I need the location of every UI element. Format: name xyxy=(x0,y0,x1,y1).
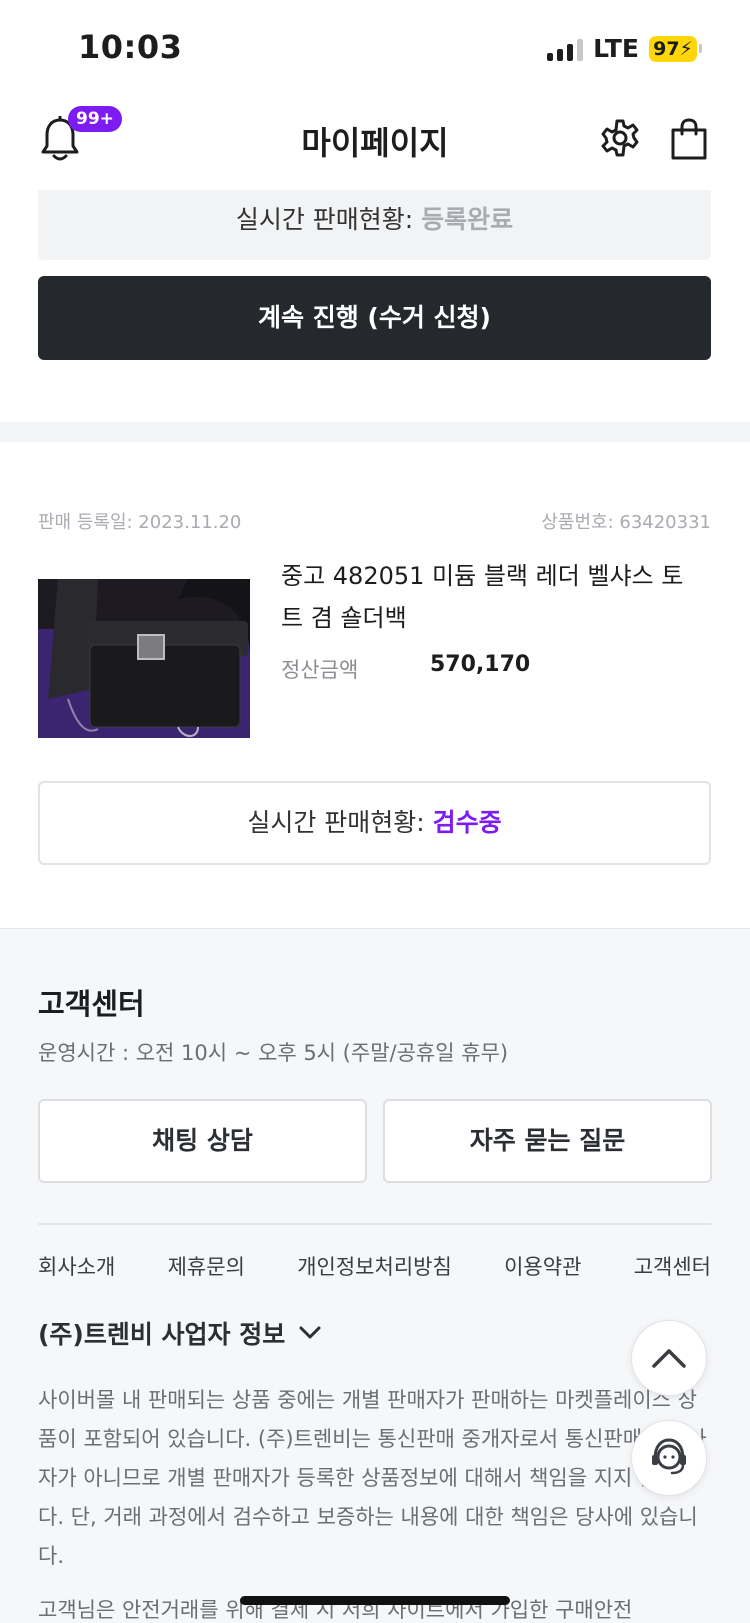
operating-hours: 운영시간 : 오전 10시 ~ 오후 5시 (주말/공휴일 휴무) xyxy=(38,1041,509,1065)
section-divider xyxy=(0,422,750,442)
settlement-label: 정산금액 xyxy=(281,658,359,682)
business-info-label: (주)트렌비 사업자 정보 xyxy=(38,1320,286,1349)
app-header: 99+ 마이페이지 xyxy=(0,96,750,186)
footer: 고객센터 운영시간 : 오전 10시 ~ 오후 5시 (주말/공휴일 휴무) 채… xyxy=(0,928,750,1623)
registration-date: 판매 등록일: 2023.11.20 xyxy=(38,512,242,533)
continue-pickup-button[interactable]: 계속 진행 (수거 신청) xyxy=(38,276,711,360)
footer-link-partnership[interactable]: 제휴문의 xyxy=(168,1251,245,1281)
marketplace-disclaimer: 사이버몰 내 판매되는 상품 중에는 개별 판매자가 판매하는 마켓플레이스 상… xyxy=(38,1388,707,1568)
customer-center-title: 고객센터 xyxy=(38,987,145,1021)
footer-link-customer-center[interactable]: 고객센터 xyxy=(634,1251,711,1281)
sale-status-box: 실시간 판매현황: 검수중 xyxy=(38,781,711,865)
settlement-amount: 570,170 xyxy=(430,652,531,677)
faq-button[interactable]: 자주 묻는 질문 xyxy=(383,1099,712,1183)
footer-link-terms[interactable]: 이용약관 xyxy=(504,1251,581,1281)
footer-divider xyxy=(38,1223,711,1225)
chevron-up-icon xyxy=(652,1349,686,1368)
sale-status-box: 실시간 판매현황: 등록완료 xyxy=(38,190,711,260)
status-time: 10:03 xyxy=(78,28,183,66)
signal-icon xyxy=(547,37,584,61)
sale-status-label: 실시간 판매현황: xyxy=(235,205,422,234)
battery-level: 97 xyxy=(653,37,680,60)
chat-support-button[interactable] xyxy=(631,1420,707,1496)
footer-link-company[interactable]: 회사소개 xyxy=(38,1251,115,1281)
footer-links: 회사소개 제휴문의 개인정보처리방침 이용약관 고객센터 xyxy=(38,1251,711,1281)
network-type: LTE xyxy=(593,34,639,63)
chat-consult-button[interactable]: 채팅 상담 xyxy=(38,1099,367,1183)
product-name[interactable]: 중고 482051 미듐 블랙 레더 벨샤스 토트 겸 숄더백 xyxy=(281,555,701,639)
home-indicator xyxy=(240,1596,510,1605)
sale-status-value: 등록완료 xyxy=(421,205,514,234)
battery-icon: 97 ⚡ xyxy=(649,35,702,62)
shopping-bag-icon[interactable] xyxy=(670,118,708,160)
gear-icon[interactable] xyxy=(600,118,640,158)
sale-status-value: 검수중 xyxy=(432,808,502,837)
product-number: 상품번호: 63420331 xyxy=(541,512,711,533)
business-info-toggle[interactable]: (주)트렌비 사업자 정보 xyxy=(38,1315,321,1351)
status-indicators: LTE 97 ⚡ xyxy=(547,34,702,63)
product-image[interactable] xyxy=(38,579,250,738)
sale-status-label: 실시간 판매현황: xyxy=(247,808,433,837)
status-bar: 10:03 LTE 97 ⚡ xyxy=(0,0,750,96)
footer-link-privacy[interactable]: 개인정보처리방침 xyxy=(297,1251,452,1281)
chevron-down-icon xyxy=(299,1326,321,1339)
scroll-top-button[interactable] xyxy=(631,1320,707,1396)
headset-agent-icon xyxy=(652,1438,686,1475)
